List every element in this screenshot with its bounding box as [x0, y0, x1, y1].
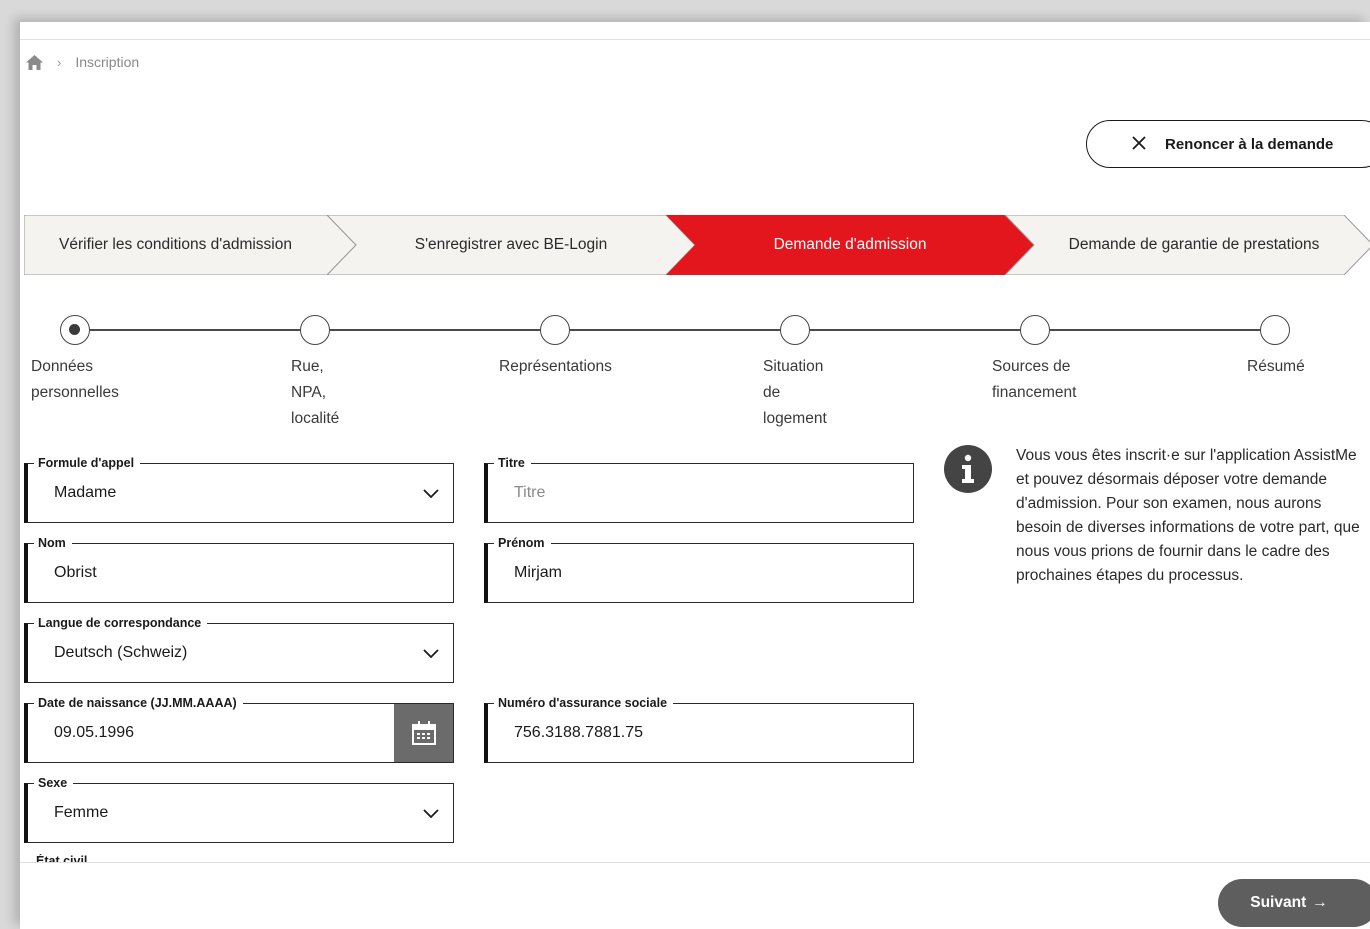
chevron-down-icon: [423, 486, 439, 504]
calendar-icon[interactable]: [394, 704, 453, 762]
first-name-input[interactable]: Prénom Mirjam: [484, 535, 914, 603]
sex-value: Femme: [54, 804, 109, 821]
progress-label-personal-data: Données personnelles: [31, 358, 119, 401]
birth-date-label: Date de naissance (JJ.MM.AAAA): [34, 695, 243, 711]
ssn-label: Numéro d'assurance sociale: [494, 695, 674, 711]
salutation-value: Madame: [54, 484, 117, 501]
progress-label-summary: Résumé: [1247, 358, 1305, 375]
sex-select[interactable]: Sexe Femme: [24, 775, 454, 843]
progress-label-housing: Situation de logement: [763, 358, 827, 427]
breadcrumb-current: Inscription: [75, 54, 140, 70]
breadcrumb: › Inscription: [26, 54, 139, 70]
next-button[interactable]: Suivant →: [1218, 879, 1370, 927]
language-label: Langue de correspondance: [34, 615, 208, 631]
first-name-value: Mirjam: [514, 564, 562, 581]
chevron-right-icon: ›: [57, 54, 62, 70]
next-button-label: Suivant: [1250, 894, 1307, 911]
progress-node-address[interactable]: [300, 315, 330, 345]
step-check-conditions[interactable]: Vérifier les conditions d'admission: [24, 215, 327, 275]
first-name-label: Prénom: [494, 535, 551, 551]
footer-divider: [20, 862, 1370, 863]
info-message: Vous vous êtes inscrit·e sur l'applicati…: [1016, 447, 1360, 584]
progress-label-representations: Représentations: [499, 358, 612, 375]
last-name-label: Nom: [34, 535, 72, 551]
last-name-input[interactable]: Nom Obrist: [24, 535, 454, 603]
social-security-number-input[interactable]: Numéro d'assurance sociale 756.3188.7881…: [484, 695, 914, 763]
progress-node-financing[interactable]: [1020, 315, 1050, 345]
chevron-down-icon: [423, 646, 439, 664]
progress-label-address: Rue, NPA, localité: [291, 358, 340, 427]
title-label: Titre: [494, 455, 531, 471]
salutation-label: Formule d'appel: [34, 455, 141, 471]
birth-date-input[interactable]: Date de naissance (JJ.MM.AAAA) 09.05.199…: [24, 695, 454, 763]
cancel-button-label: Renoncer à la demande: [1165, 135, 1334, 153]
progress-line: [75, 329, 1277, 331]
top-divider: [20, 39, 1370, 40]
close-icon: [1131, 135, 1147, 155]
last-name-value: Obrist: [54, 564, 97, 581]
home-icon[interactable]: [26, 54, 43, 70]
language-value: Deutsch (Schweiz): [54, 644, 188, 661]
arrow-right-icon: →: [1312, 894, 1328, 911]
cancel-application-button[interactable]: Renoncer à la demande: [1086, 120, 1370, 168]
birth-date-value: 09.05.1996: [54, 724, 135, 741]
info-icon: [944, 445, 992, 493]
title-placeholder: Titre: [514, 484, 546, 501]
title-input[interactable]: Titre Titre: [484, 455, 914, 523]
sex-label: Sexe: [34, 775, 74, 791]
progress-node-summary[interactable]: [1260, 315, 1290, 345]
step-register-be-login[interactable]: S'enregistrer avec BE-Login: [356, 215, 666, 275]
progress-node-representations[interactable]: [540, 315, 570, 345]
progress-node-housing[interactable]: [780, 315, 810, 345]
step-admission-request[interactable]: Demande d'admission: [695, 215, 1005, 275]
progress-label-financing: Sources de financement: [992, 358, 1077, 401]
chevron-down-icon: [423, 806, 439, 824]
step-benefits-guarantee[interactable]: Demande de garantie de prestations: [1034, 215, 1354, 275]
ssn-value: 756.3188.7881.75: [514, 724, 644, 741]
sub-progress: Données personnelles Rue, NPA, localité Rep…: [20, 312, 1370, 452]
app-window: › Inscription Renoncer à la demande Véri…: [20, 22, 1370, 929]
progress-node-personal-data[interactable]: [60, 315, 90, 345]
process-steps: Vérifier les conditions d'admission S'en…: [24, 215, 1370, 275]
salutation-select[interactable]: Formule d'appel Madame: [24, 455, 454, 523]
language-select[interactable]: Langue de correspondance Deutsch (Schwei…: [24, 615, 454, 683]
